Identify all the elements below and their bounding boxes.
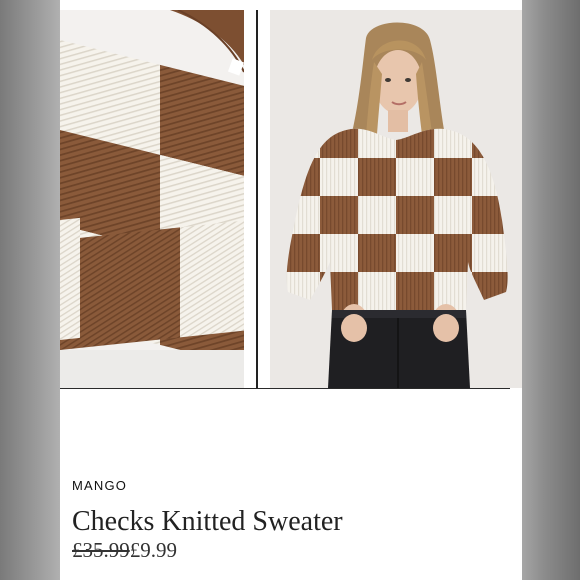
original-price: £35.99 xyxy=(72,538,130,562)
image-divider xyxy=(256,10,258,388)
right-frame-border xyxy=(520,0,580,580)
product-title: Checks Knitted Sweater xyxy=(72,506,343,537)
left-frame-border xyxy=(0,0,60,580)
product-image-closeup[interactable] xyxy=(60,10,244,388)
price-row: £35.99£9.99 xyxy=(72,538,177,563)
brand-label: MANGO xyxy=(72,478,128,493)
product-image-model[interactable] xyxy=(270,10,522,388)
listing-card: MANGO Checks Knitted Sweater £35.99£9.99 xyxy=(60,0,522,580)
section-divider xyxy=(60,388,510,389)
sale-price: £9.99 xyxy=(129,538,177,562)
